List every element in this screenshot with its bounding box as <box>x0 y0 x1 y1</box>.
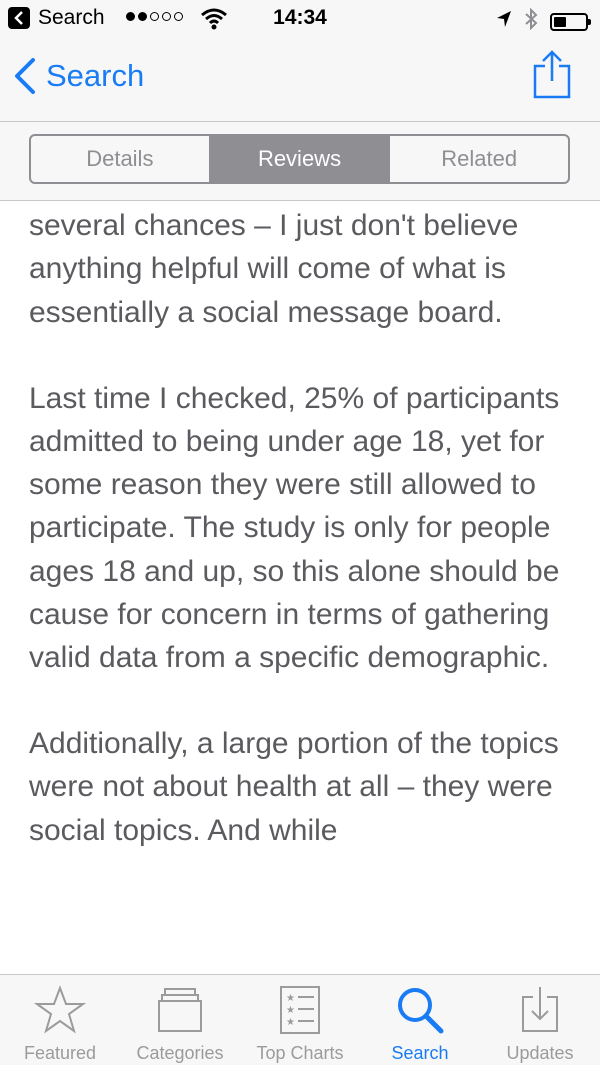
segment-related[interactable]: Related <box>390 136 568 182</box>
svg-text:★: ★ <box>286 1017 295 1028</box>
review-paragraph: Last time I checked, 25% of participants… <box>29 381 560 675</box>
segment-reviews[interactable]: Reviews <box>210 136 391 182</box>
navigation-bar: Search <box>0 38 600 122</box>
tab-updates[interactable]: Updates <box>480 975 600 1065</box>
share-icon <box>533 50 571 99</box>
tab-bar: Featured Categories ★ ★ ★ Top Charts Sea… <box>0 974 600 1065</box>
tab-search[interactable]: Search <box>360 975 480 1065</box>
tab-featured[interactable]: Featured <box>0 975 120 1065</box>
tab-top-charts[interactable]: ★ ★ ★ Top Charts <box>240 975 360 1065</box>
list-icon: ★ ★ ★ <box>280 986 320 1034</box>
back-button-label: Search <box>46 58 145 93</box>
tab-label: Top Charts <box>256 1043 344 1063</box>
review-body: ended up deleting this app after giving … <box>29 201 574 895</box>
segment-area: Details Reviews Related <box>0 122 600 201</box>
back-button[interactable]: Search <box>14 58 144 94</box>
segmented-control: Details Reviews Related <box>29 134 570 184</box>
location-arrow-icon <box>496 10 512 34</box>
star-icon <box>33 985 87 1034</box>
search-icon <box>398 988 444 1034</box>
segment-details[interactable]: Details <box>31 136 211 182</box>
status-bar: Search 14:34 <box>0 0 600 38</box>
review-scroll-area[interactable]: ended up deleting this app after giving … <box>0 201 600 975</box>
stack-icon <box>158 988 202 1032</box>
review-paragraph: Additionally, a large portion of the top… <box>29 727 559 847</box>
share-button[interactable] <box>532 50 572 105</box>
chevron-left-icon <box>15 58 35 94</box>
svg-text:★: ★ <box>286 1005 295 1016</box>
tab-label: Categories <box>136 1043 224 1063</box>
tab-label: Featured <box>23 1043 97 1063</box>
tab-label: Updates <box>506 1043 574 1063</box>
bluetooth-icon <box>524 7 538 36</box>
app-store-review-screen: Search 14:34 Search Details Reviews Rela… <box>0 0 600 1065</box>
battery-icon <box>550 13 591 31</box>
tab-label: Search <box>391 1043 449 1063</box>
download-icon <box>522 987 558 1032</box>
svg-text:★: ★ <box>286 993 295 1004</box>
review-paragraph: ended up deleting this app after giving … <box>29 209 519 329</box>
tab-categories[interactable]: Categories <box>120 975 240 1065</box>
